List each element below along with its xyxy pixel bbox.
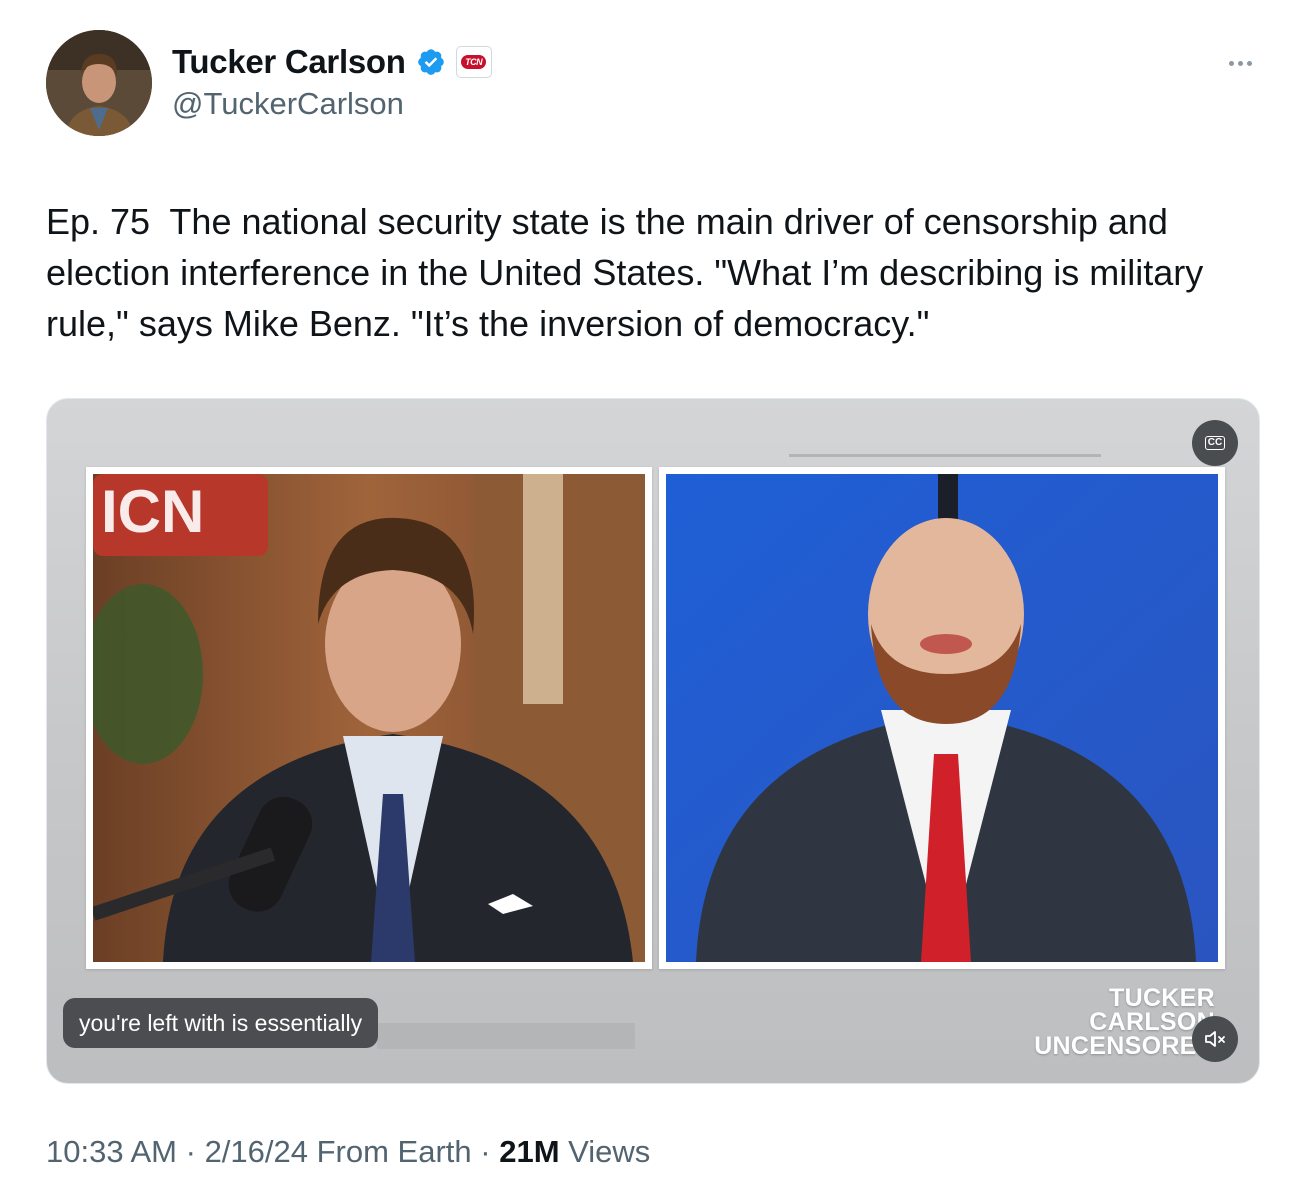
caption-shadow	[377, 1023, 635, 1049]
speaker-muted-icon	[1205, 1031, 1225, 1047]
tweet-time[interactable]: 10:33 AM	[46, 1134, 177, 1169]
video-background-line	[789, 454, 1101, 457]
meta-separator: ·	[185, 1134, 196, 1169]
tweet-meta: 10:33 AM · 2/16/24 From Earth · 21M View…	[46, 1134, 650, 1170]
video-caption: you're left with is essentially	[63, 998, 379, 1048]
affiliate-badge[interactable]: TCN	[455, 46, 492, 78]
more-horizontal-icon	[1228, 60, 1234, 66]
tweet-source: From Earth	[316, 1134, 472, 1169]
host-frame-sign: ICN	[101, 478, 204, 545]
views-label: Views	[568, 1134, 651, 1169]
host-video-image: ICN	[93, 474, 645, 962]
tweet-date[interactable]: 2/16/24	[205, 1134, 308, 1169]
show-logo-line: UNCENSORED	[1034, 1032, 1215, 1060]
views-count[interactable]: 21M	[499, 1134, 559, 1169]
video-frame-guest	[659, 467, 1225, 969]
show-logo: TUCKER CARLSON UNCENSORED	[1025, 984, 1215, 1060]
author-name-row: Tucker Carlson TCN	[172, 40, 492, 84]
more-options-button[interactable]	[1222, 48, 1258, 78]
tweet-text: Ep. 75 The national security state is th…	[46, 201, 1214, 344]
closed-captions-icon: CC	[1204, 436, 1226, 450]
show-logo-line: CARLSON	[1089, 1008, 1215, 1036]
video-frame-host: ICN	[86, 467, 652, 969]
author-handle[interactable]: @TuckerCarlson	[172, 86, 404, 122]
author-display-name[interactable]: Tucker Carlson	[172, 43, 406, 81]
unmute-button[interactable]	[1192, 1016, 1238, 1062]
author-avatar[interactable]	[46, 30, 152, 136]
verified-badge-icon	[416, 47, 446, 77]
show-logo-line: TUCKER	[1109, 984, 1215, 1012]
affiliate-badge-label: TCN	[461, 55, 487, 69]
guest-video-image	[666, 474, 1218, 962]
more-dot	[1246, 60, 1252, 66]
video-player[interactable]: ICN CC you're left with is essentially T…	[46, 398, 1260, 1084]
more-dot	[1237, 60, 1243, 66]
avatar-image	[46, 30, 152, 136]
meta-separator: ·	[480, 1134, 491, 1169]
closed-captions-button[interactable]: CC	[1192, 420, 1238, 466]
